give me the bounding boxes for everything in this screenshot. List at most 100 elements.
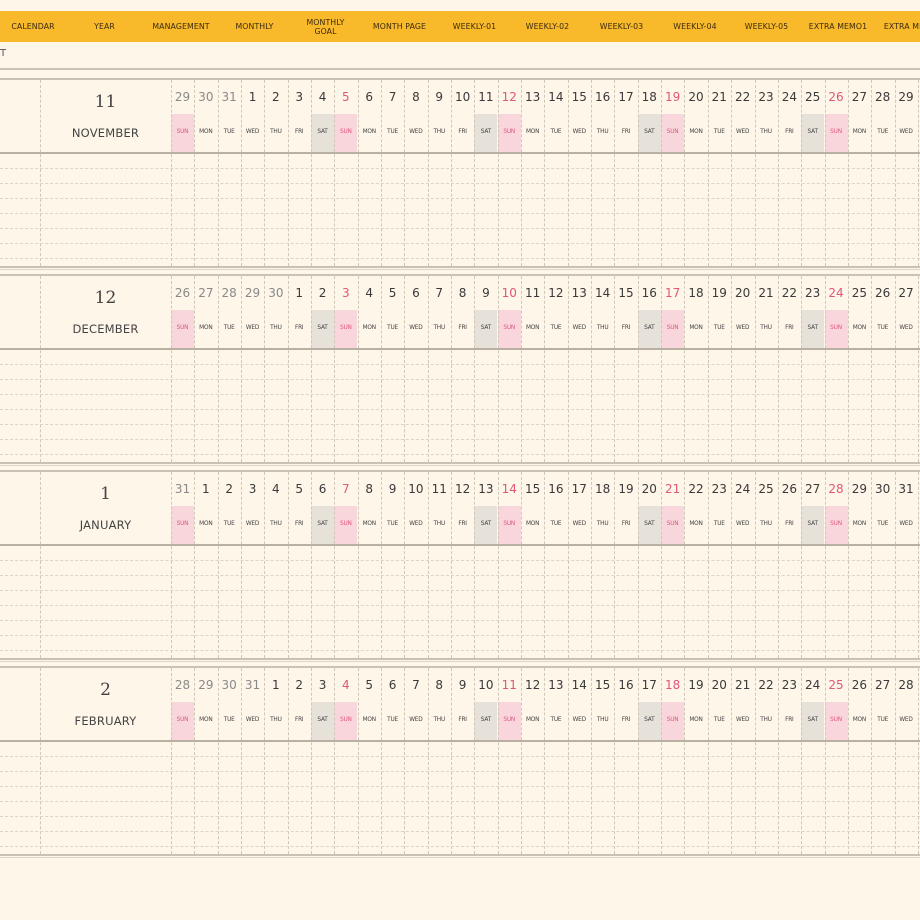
day-number[interactable]: 18 [638,90,661,104]
day-number[interactable]: 20 [708,678,731,692]
day-number[interactable]: 19 [614,482,637,496]
day-number[interactable]: 1 [194,482,217,496]
day-number[interactable]: 27 [194,286,217,300]
nav-tab-monthly[interactable]: MONTHLY [219,11,290,42]
day-number[interactable]: 9 [428,90,451,104]
day-number[interactable]: 25 [825,678,848,692]
day-number[interactable]: 23 [778,678,801,692]
day-number[interactable]: 5 [381,286,404,300]
day-number[interactable]: 3 [288,90,311,104]
day-number[interactable]: 1 [288,286,311,300]
day-number[interactable]: 2 [264,90,287,104]
day-number[interactable]: 18 [591,482,614,496]
day-number[interactable]: 29 [194,678,217,692]
day-number[interactable]: 25 [801,90,824,104]
day-number[interactable]: 6 [311,482,334,496]
day-number[interactable]: 4 [311,90,334,104]
day-number[interactable]: 19 [684,678,707,692]
day-number[interactable]: 20 [731,286,754,300]
day-number[interactable]: 31 [218,90,241,104]
day-number[interactable]: 27 [895,286,918,300]
nav-tab-weekly-03[interactable]: WEEKLY-03 [584,11,659,42]
day-number[interactable]: 14 [591,286,614,300]
day-number[interactable]: 1 [264,678,287,692]
day-number[interactable]: 16 [638,286,661,300]
day-number[interactable]: 14 [568,678,591,692]
day-number[interactable]: 4 [334,678,357,692]
day-number[interactable]: 6 [358,90,381,104]
day-number[interactable]: 1 [241,90,264,104]
day-number[interactable]: 17 [568,482,591,496]
day-number[interactable]: 15 [568,90,591,104]
day-number[interactable]: 14 [498,482,521,496]
day-number[interactable]: 20 [638,482,661,496]
day-number[interactable]: 28 [895,678,918,692]
day-number[interactable]: 5 [334,90,357,104]
day-number[interactable]: 10 [404,482,427,496]
day-number[interactable]: 17 [638,678,661,692]
day-number[interactable]: 7 [334,482,357,496]
nav-tab-extra-memo1[interactable]: EXTRA MEMO1 [802,11,874,42]
day-number[interactable]: 18 [684,286,707,300]
day-number[interactable]: 16 [614,678,637,692]
day-number[interactable]: 12 [544,286,567,300]
day-number[interactable]: 5 [358,678,381,692]
day-number[interactable]: 6 [381,678,404,692]
day-number[interactable]: 31 [241,678,264,692]
day-number[interactable]: 28 [218,286,241,300]
day-number[interactable]: 24 [801,678,824,692]
day-number[interactable]: 30 [871,482,894,496]
nav-tab-monthly-goal[interactable]: MONTHLY GOAL [290,11,361,42]
day-number[interactable]: 26 [778,482,801,496]
day-number[interactable]: 27 [871,678,894,692]
day-number[interactable]: 8 [404,90,427,104]
day-number[interactable]: 9 [381,482,404,496]
nav-tab-management[interactable]: MANAGEMENT [143,11,219,42]
day-number[interactable]: 29 [848,482,871,496]
nav-tab-weekly-01[interactable]: WEEKLY-01 [438,11,511,42]
day-number[interactable]: 21 [755,286,778,300]
day-number[interactable]: 25 [755,482,778,496]
day-number[interactable]: 21 [708,90,731,104]
day-number[interactable]: 22 [778,286,801,300]
day-number[interactable]: 20 [684,90,707,104]
day-number[interactable]: 13 [544,678,567,692]
day-number[interactable]: 13 [521,90,544,104]
day-number[interactable]: 11 [498,678,521,692]
day-number[interactable]: 2 [311,286,334,300]
day-number[interactable]: 19 [708,286,731,300]
day-number[interactable]: 23 [708,482,731,496]
day-number[interactable]: 7 [381,90,404,104]
day-number[interactable]: 28 [171,678,194,692]
day-number[interactable]: 3 [241,482,264,496]
day-number[interactable]: 7 [428,286,451,300]
day-number[interactable]: 4 [264,482,287,496]
nav-tab-month-page[interactable]: MONTH PAGE [361,11,438,42]
day-number[interactable]: 27 [801,482,824,496]
day-number[interactable]: 29 [241,286,264,300]
day-number[interactable]: 15 [614,286,637,300]
day-number[interactable]: 8 [451,286,474,300]
day-number[interactable]: 16 [591,90,614,104]
day-number[interactable]: 18 [661,678,684,692]
day-number[interactable]: 5 [288,482,311,496]
day-number[interactable]: 3 [311,678,334,692]
day-number[interactable]: 13 [568,286,591,300]
day-number[interactable]: 22 [684,482,707,496]
day-number[interactable]: 10 [498,286,521,300]
day-number[interactable]: 4 [358,286,381,300]
day-number[interactable]: 31 [895,482,918,496]
day-number[interactable]: 10 [474,678,497,692]
day-number[interactable]: 9 [451,678,474,692]
day-number[interactable]: 3 [334,286,357,300]
day-number[interactable]: 2 [288,678,311,692]
day-number[interactable]: 21 [661,482,684,496]
day-number[interactable]: 26 [848,678,871,692]
day-number[interactable]: 28 [825,482,848,496]
day-number[interactable]: 8 [358,482,381,496]
day-number[interactable]: 11 [428,482,451,496]
day-number[interactable]: 30 [264,286,287,300]
day-number[interactable]: 25 [848,286,871,300]
day-number[interactable]: 16 [544,482,567,496]
day-number[interactable]: 14 [544,90,567,104]
